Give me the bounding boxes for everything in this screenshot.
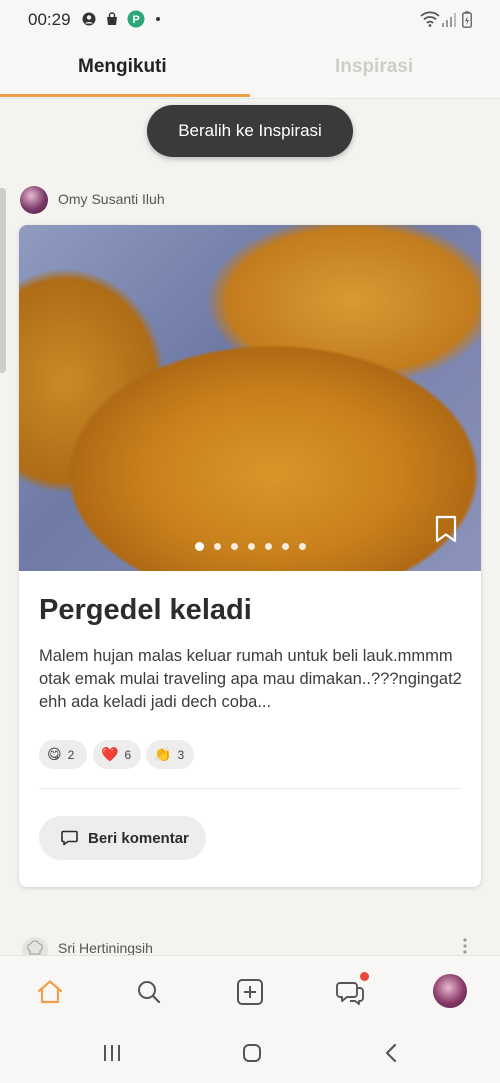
account-icon xyxy=(82,12,96,26)
home-icon xyxy=(37,980,63,1004)
battery-charging-icon xyxy=(462,11,472,28)
svg-text:P: P xyxy=(132,14,139,26)
pager-dot[interactable] xyxy=(264,543,272,550)
add-recipe-icon xyxy=(237,979,263,1005)
home-system-icon[interactable] xyxy=(242,1043,262,1063)
bookmark-icon[interactable] xyxy=(435,515,457,543)
bottom-navigation xyxy=(0,955,500,1028)
comment-button[interactable]: Beri komentar xyxy=(39,816,206,860)
recipe-photo[interactable] xyxy=(19,225,481,571)
tab-following[interactable]: Mengikuti xyxy=(78,56,167,78)
wifi-icon xyxy=(420,11,440,27)
reaction-yum-count: 2 xyxy=(67,747,75,762)
search-icon xyxy=(138,981,161,1004)
status-time: 00:29 xyxy=(28,10,71,29)
card-divider xyxy=(39,788,461,789)
recent-apps-icon[interactable] xyxy=(102,1044,122,1062)
back-icon[interactable] xyxy=(384,1043,398,1063)
app-notification-icon: P xyxy=(127,10,145,28)
recipe-description[interactable]: Malem hujan malas keluar rumah untuk bel… xyxy=(39,645,464,714)
edge-scroll-handle[interactable] xyxy=(0,188,6,373)
reaction-heart-button[interactable]: ❤️ 6 xyxy=(93,740,141,769)
more-notifications-dot-icon xyxy=(156,17,160,21)
photo-pager-dots xyxy=(19,542,481,551)
nav-profile-avatar[interactable] xyxy=(433,974,467,1008)
comment-icon xyxy=(61,830,78,846)
switch-to-inspiration-button[interactable]: Beralih ke Inspirasi xyxy=(147,105,353,157)
signal-icon xyxy=(442,13,456,27)
clap-icon: 👏 xyxy=(154,746,172,762)
pager-dot[interactable] xyxy=(194,542,204,551)
reaction-clap-button[interactable]: 👏 3 xyxy=(146,740,194,769)
feed-tab-bar: Mengikuti Inspirasi xyxy=(0,40,500,99)
author-avatar[interactable] xyxy=(20,186,48,214)
shopping-bag-icon xyxy=(107,12,117,25)
active-tab-indicator xyxy=(0,94,250,97)
nav-home-button[interactable] xyxy=(34,976,66,1008)
nav-search-button[interactable] xyxy=(133,976,165,1008)
next-post-author-name[interactable]: Sri Hertiningsih xyxy=(58,940,153,956)
recipe-card[interactable]: Pergedel keladi Malem hujan malas keluar… xyxy=(19,225,481,887)
reaction-heart-count: 6 xyxy=(124,747,132,762)
chat-notification-badge xyxy=(360,972,369,981)
reaction-yum-button[interactable]: 😋 2 xyxy=(39,740,87,769)
tab-inspiration[interactable]: Inspirasi xyxy=(335,56,413,78)
pager-dot[interactable] xyxy=(213,543,221,550)
pager-dot[interactable] xyxy=(247,543,255,550)
chat-icon xyxy=(336,982,364,1005)
status-bar: 00:29 P xyxy=(0,0,500,40)
nav-chat-button[interactable] xyxy=(334,976,366,1008)
recipe-title[interactable]: Pergedel keladi xyxy=(39,594,252,627)
more-options-icon[interactable] xyxy=(461,937,469,955)
pager-dot[interactable] xyxy=(298,543,306,550)
pager-dot[interactable] xyxy=(230,543,238,550)
nav-add-recipe-button[interactable] xyxy=(234,976,266,1008)
reaction-clap-count: 3 xyxy=(177,747,185,762)
pager-dot[interactable] xyxy=(281,543,289,550)
comment-button-label: Beri komentar xyxy=(88,829,189,847)
heart-icon: ❤️ xyxy=(101,746,119,762)
system-navigation-bar xyxy=(0,1027,500,1083)
author-name[interactable]: Omy Susanti Iluh xyxy=(58,191,165,207)
yum-face-icon: 😋 xyxy=(47,746,62,762)
